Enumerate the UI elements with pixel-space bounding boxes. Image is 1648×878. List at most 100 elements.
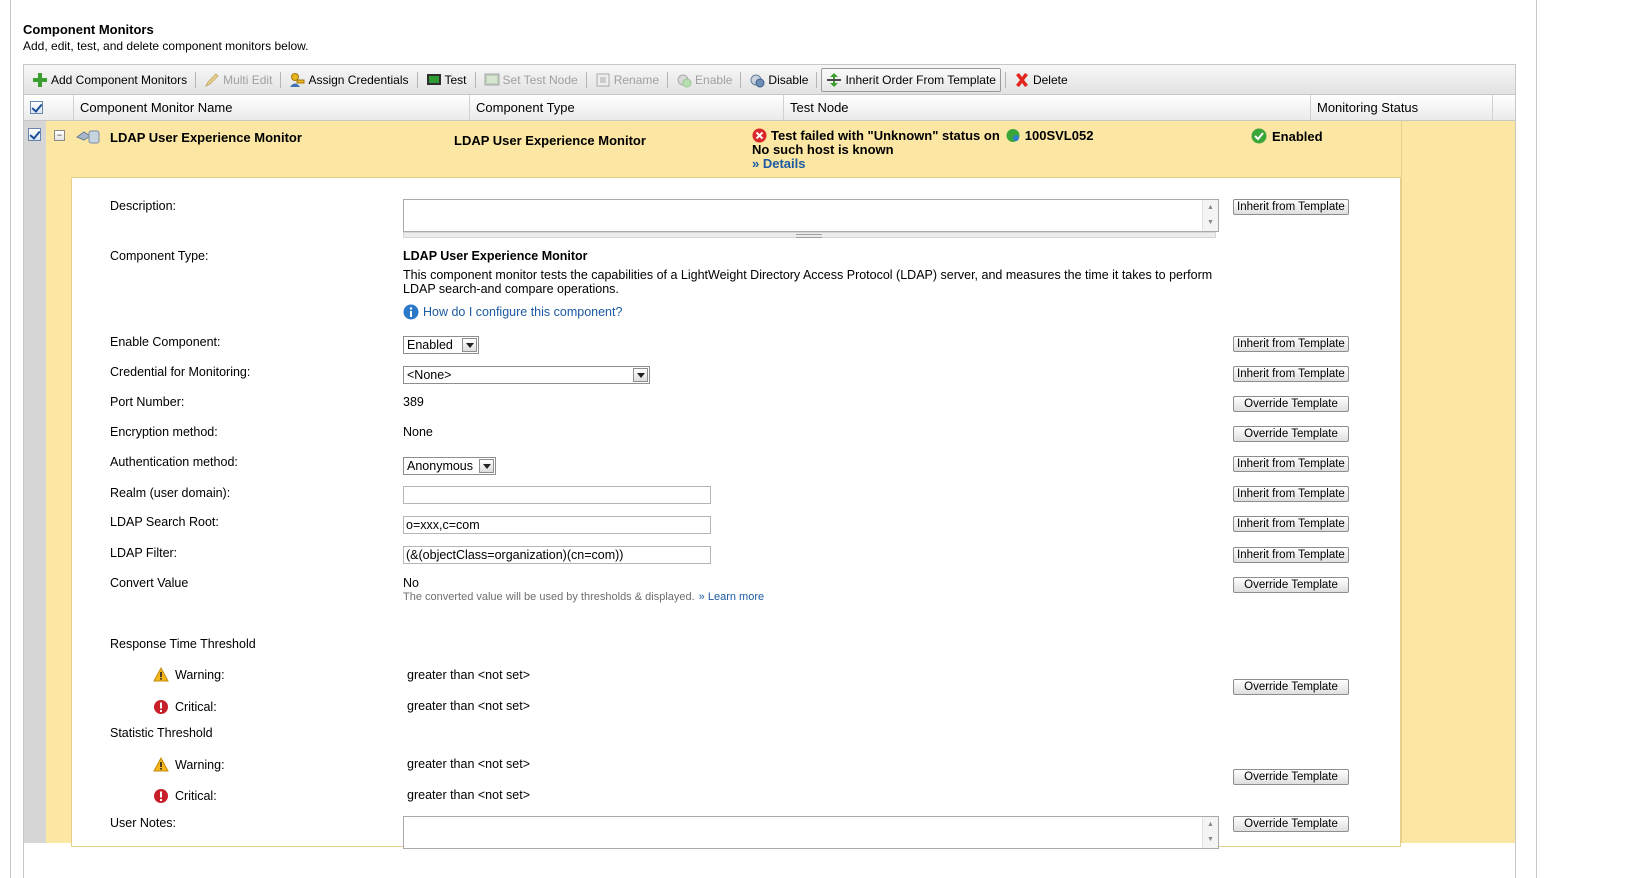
critical-icon bbox=[154, 789, 168, 803]
response-warning-label: Warning: bbox=[153, 667, 225, 682]
critical-icon bbox=[154, 700, 168, 714]
inherit-description-button[interactable]: Inherit from Template bbox=[1233, 199, 1349, 215]
inherit-authentication-button[interactable]: Inherit from Template bbox=[1233, 456, 1349, 472]
statistic-warning-value: greater than <not set> bbox=[407, 757, 531, 771]
row-test-node: Test failed with "Unknown" status on 100… bbox=[752, 128, 1093, 171]
textarea-scrollbar[interactable]: ▲ ▼ bbox=[1202, 817, 1218, 848]
ldap-filter-input[interactable]: (&(objectClass=organization)(cn=com)) bbox=[403, 546, 711, 564]
test-node-name[interactable]: 100SVL052 bbox=[1025, 128, 1094, 143]
component-type-label: Component Type: bbox=[110, 249, 209, 263]
toolbar-separator bbox=[280, 71, 282, 88]
inherit-search-root-button[interactable]: Inherit from Template bbox=[1233, 516, 1349, 532]
disable-button[interactable]: Disable bbox=[745, 68, 812, 92]
key-user-icon bbox=[289, 72, 305, 88]
inherit-credential-button[interactable]: Inherit from Template bbox=[1233, 366, 1349, 382]
inherit-filter-button[interactable]: Inherit from Template bbox=[1233, 547, 1349, 563]
enable-component-select[interactable]: Enabled bbox=[403, 336, 479, 354]
delete-button[interactable]: Delete bbox=[1010, 68, 1072, 92]
component-monitors-panel: Add Component Monitors Multi Edit Assign… bbox=[23, 64, 1516, 878]
convert-value: No bbox=[403, 576, 419, 590]
row-checkbox[interactable] bbox=[28, 128, 41, 141]
disable-icon bbox=[749, 72, 765, 88]
override-convert-button[interactable]: Override Template bbox=[1233, 577, 1349, 593]
authentication-label: Authentication method: bbox=[110, 455, 238, 469]
enable-button[interactable]: Enable bbox=[672, 68, 736, 92]
statistic-warning-label: Warning: bbox=[153, 757, 225, 772]
chevron-down-icon bbox=[633, 368, 648, 382]
user-notes-label: User Notes: bbox=[110, 816, 176, 830]
monitor-details-panel: Description: ▲ ▼ Inherit from Template Co… bbox=[71, 177, 1401, 849]
inherit-enable-button[interactable]: Inherit from Template bbox=[1233, 336, 1349, 352]
override-statistic-threshold-button[interactable]: Override Template bbox=[1233, 769, 1349, 785]
inherit-realm-button[interactable]: Inherit from Template bbox=[1233, 486, 1349, 502]
row-right-border bbox=[1401, 121, 1402, 843]
select-all-checkbox[interactable] bbox=[30, 101, 43, 114]
help-link[interactable]: How do I configure this component? bbox=[403, 304, 622, 320]
column-header-type[interactable]: Component Type bbox=[470, 95, 784, 120]
node-status-icon bbox=[1006, 129, 1020, 142]
collapse-toggle[interactable]: − bbox=[54, 130, 65, 141]
add-component-monitors-button[interactable]: Add Component Monitors bbox=[28, 68, 191, 92]
chevron-down-icon bbox=[462, 338, 477, 352]
description-label: Description: bbox=[110, 199, 176, 213]
port-number-label: Port Number: bbox=[110, 395, 185, 409]
delete-label: Delete bbox=[1032, 72, 1068, 87]
toolbar-separator bbox=[195, 71, 197, 88]
convert-note-text: The converted value will be used by thre… bbox=[403, 591, 695, 603]
enable-component-value: Enabled bbox=[407, 338, 453, 352]
test-button[interactable]: Test bbox=[422, 68, 471, 92]
warning-label-text: Warning: bbox=[175, 757, 225, 772]
disable-label: Disable bbox=[768, 72, 809, 87]
override-port-button[interactable]: Override Template bbox=[1233, 396, 1349, 412]
row-monitoring-status: Enabled bbox=[1251, 128, 1323, 144]
critical-label-text: Critical: bbox=[175, 789, 217, 803]
authentication-select[interactable]: Anonymous bbox=[403, 457, 496, 475]
credential-select[interactable]: <None> bbox=[403, 366, 650, 384]
select-all-cell bbox=[24, 95, 74, 120]
learn-more-link[interactable]: » Learn more bbox=[699, 591, 764, 603]
credential-label: Credential for Monitoring: bbox=[110, 365, 251, 379]
enable-icon bbox=[676, 72, 692, 88]
test-label: Test bbox=[444, 72, 467, 87]
description-textarea[interactable]: ▲ ▼ bbox=[403, 199, 1219, 232]
row-component-type: LDAP User Experience Monitor bbox=[454, 133, 646, 148]
column-header-name[interactable]: Component Monitor Name bbox=[74, 95, 470, 120]
override-user-notes-button[interactable]: Override Template bbox=[1233, 816, 1349, 832]
column-header-status[interactable]: Monitoring Status bbox=[1311, 95, 1493, 120]
component-type-description: This component monitor tests the capabil… bbox=[403, 268, 1213, 296]
assign-credentials-label: Assign Credentials bbox=[308, 72, 409, 87]
page-left-border bbox=[10, 0, 11, 878]
encryption-label: Encryption method: bbox=[110, 425, 218, 439]
textarea-scrollbar[interactable]: ▲ ▼ bbox=[1202, 200, 1218, 231]
realm-input[interactable] bbox=[403, 486, 711, 504]
set-test-node-button[interactable]: Set Test Node bbox=[480, 68, 582, 92]
row-gutter bbox=[24, 121, 46, 843]
error-message: No such host is known bbox=[752, 142, 894, 157]
search-root-input[interactable]: o=xxx,c=com bbox=[403, 516, 711, 534]
details-link[interactable]: » Details bbox=[752, 157, 1093, 171]
critical-label-text: Critical: bbox=[175, 700, 217, 714]
page-right-border bbox=[1536, 0, 1537, 878]
user-notes-textarea[interactable]: ▲ ▼ bbox=[403, 816, 1219, 849]
add-component-monitors-label: Add Component Monitors bbox=[51, 72, 188, 87]
column-header-test-node[interactable]: Test Node bbox=[784, 95, 1311, 120]
multi-edit-button[interactable]: Multi Edit bbox=[200, 68, 276, 92]
authentication-value: Anonymous bbox=[407, 459, 474, 473]
enable-component-label: Enable Component: bbox=[110, 335, 221, 349]
override-encryption-button[interactable]: Override Template bbox=[1233, 426, 1349, 442]
textarea-resize-grip[interactable] bbox=[403, 232, 1216, 238]
ldap-monitor-icon bbox=[75, 127, 102, 148]
assign-credentials-button[interactable]: Assign Credentials bbox=[285, 68, 412, 92]
statistic-critical-label: Critical: bbox=[153, 788, 217, 804]
rename-button[interactable]: Rename bbox=[591, 68, 663, 92]
warning-icon bbox=[153, 757, 169, 772]
encryption-value: None bbox=[403, 425, 433, 439]
toolbar-separator bbox=[416, 71, 418, 88]
override-response-threshold-button[interactable]: Override Template bbox=[1233, 679, 1349, 695]
row-monitor-name[interactable]: LDAP User Experience Monitor bbox=[110, 130, 302, 145]
statistic-threshold-label: Statistic Threshold bbox=[110, 726, 213, 740]
toolbar-separator bbox=[667, 71, 669, 88]
inherit-order-button[interactable]: Inherit Order From Template bbox=[821, 67, 1001, 92]
pencil-icon bbox=[204, 72, 220, 88]
component-type-value: LDAP User Experience Monitor bbox=[403, 249, 588, 263]
